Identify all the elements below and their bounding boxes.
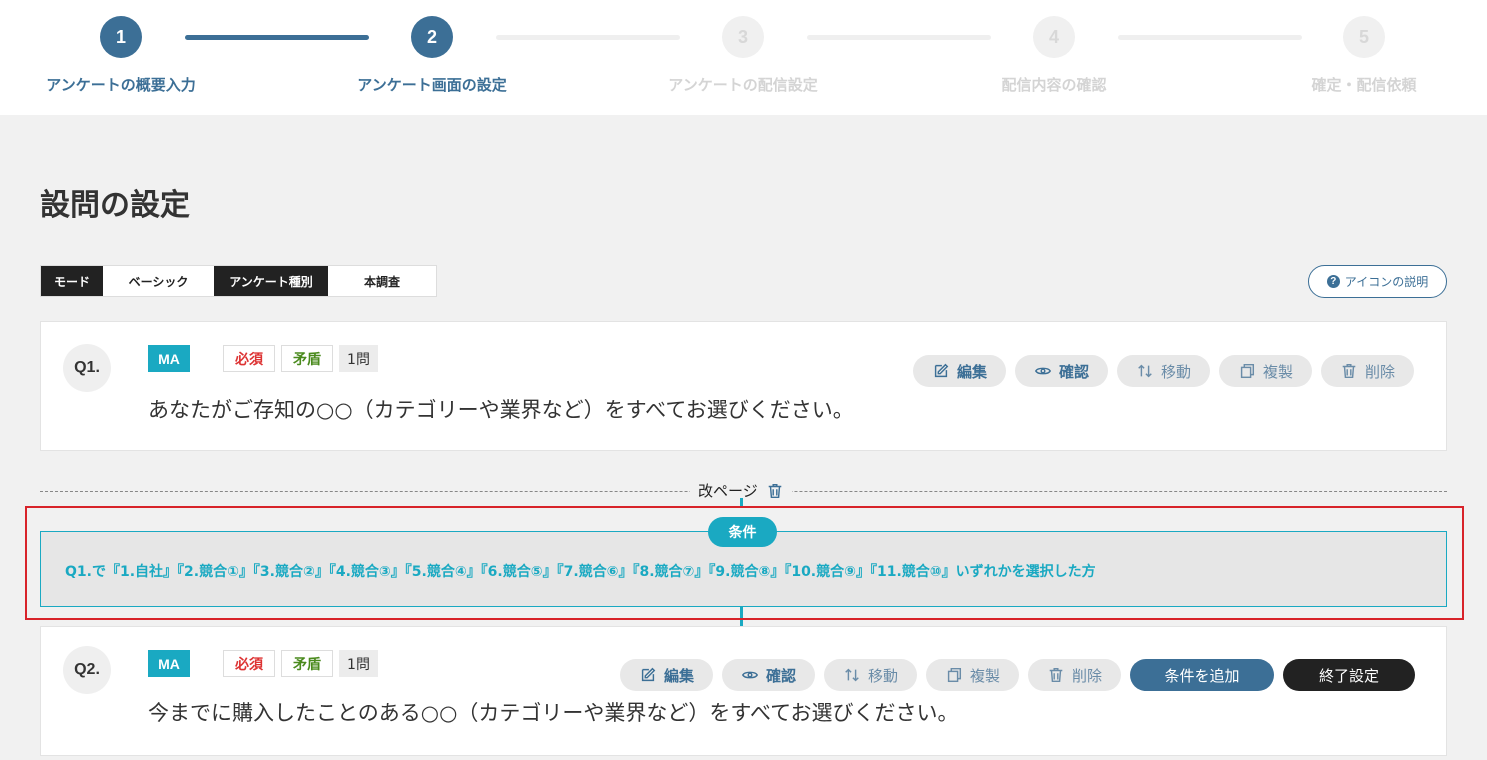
trash-icon [1342, 363, 1356, 379]
preview-button[interactable]: 確認 [722, 659, 815, 691]
question-text: 今までに購入したことのある○○（カテゴリーや業界など）をすべてお選びください。 [148, 701, 959, 725]
contradiction-badge: 矛盾 [281, 345, 333, 372]
step-1: 1 アンケートの概要入力 [11, 16, 231, 95]
step-1-label: アンケートの概要入力 [46, 76, 196, 94]
mode-bar: モード ベーシック アンケート種別 本調査 [40, 265, 437, 297]
step-3-label: アンケートの配信設定 [668, 76, 818, 94]
preview-label: 確認 [765, 666, 796, 685]
copy-button[interactable]: 複製 [1219, 355, 1312, 387]
eye-icon [1034, 367, 1051, 375]
edit-icon [934, 363, 949, 378]
edit-label: 編集 [663, 666, 694, 685]
preview-button[interactable]: 確認 [1015, 355, 1108, 387]
mode-value: ベーシック [103, 266, 214, 296]
edit-button[interactable]: 編集 [913, 355, 1006, 387]
question-card-q1: Q1. MA 必須 矛盾 1問 あなたがご存知の○○（カテゴリーや業界など）をす… [40, 321, 1447, 451]
step-4-label: 配信内容の確認 [1001, 76, 1107, 94]
mode-label: モード [41, 266, 103, 296]
copy-icon [947, 667, 962, 683]
step-5-label: 確定・配信依頼 [1311, 76, 1417, 94]
page-title: 設問の設定 [40, 188, 190, 223]
survey-type-label: アンケート種別 [214, 266, 328, 296]
move-button[interactable]: 移動 [824, 659, 917, 691]
step-3: 3 アンケートの配信設定 [633, 16, 853, 95]
icon-help-button[interactable]: ? アイコンの説明 [1308, 265, 1447, 298]
question-circle-icon: ? [1326, 275, 1340, 288]
copy-label: 複製 [1262, 362, 1293, 381]
trash-icon[interactable] [766, 482, 784, 500]
move-label: 移動 [1160, 362, 1191, 381]
add-condition-button[interactable]: 条件を追加 [1130, 659, 1274, 691]
question-type-badge: MA [148, 650, 190, 677]
preview-label: 確認 [1058, 362, 1089, 381]
question-number: Q1. [63, 344, 111, 392]
condition-highlight-frame [25, 506, 1464, 620]
question-count-badge: 1問 [339, 345, 378, 372]
delete-button[interactable]: 削除 [1321, 355, 1414, 387]
survey-type-value: 本調査 [328, 266, 436, 296]
question-text: あなたがご存知の○○（カテゴリーや業界など）をすべてお選びください。 [148, 398, 854, 422]
step-4: 4 配信内容の確認 [944, 16, 1164, 95]
sort-arrows-icon [1138, 364, 1152, 378]
step-2: 2 アンケート画面の設定 [322, 16, 542, 95]
delete-label: 削除 [1071, 666, 1102, 685]
move-button[interactable]: 移動 [1117, 355, 1210, 387]
progress-stepper: 1 アンケートの概要入力 2 アンケート画面の設定 3 アンケートの配信設定 4… [0, 0, 1487, 115]
step-5-number: 5 [1343, 16, 1385, 58]
delete-label: 削除 [1364, 362, 1395, 381]
step-2-label: アンケート画面の設定 [357, 76, 507, 94]
step-4-number: 4 [1033, 16, 1075, 58]
question-card-q2: Q2. MA 必須 矛盾 1問 今までに購入したことのある○○（カテゴリーや業界… [40, 626, 1447, 756]
sort-arrows-icon [845, 668, 859, 682]
question-count-badge: 1問 [339, 650, 378, 677]
copy-icon [1240, 363, 1255, 379]
question-actions: 編集 確認 移動 複製 削除 [913, 355, 1414, 387]
edit-label: 編集 [956, 362, 987, 381]
copy-label: 複製 [969, 666, 1000, 685]
copy-button[interactable]: 複製 [926, 659, 1019, 691]
step-1-number: 1 [100, 16, 142, 58]
contradiction-badge: 矛盾 [281, 650, 333, 677]
question-actions: 編集 確認 移動 複製 削除 条件を追加 終了設定 [620, 659, 1415, 691]
delete-button[interactable]: 削除 [1028, 659, 1121, 691]
icon-help-label: アイコンの説明 [1344, 275, 1429, 289]
step-2-number: 2 [411, 16, 453, 58]
step-3-number: 3 [722, 16, 764, 58]
move-label: 移動 [867, 666, 898, 685]
end-setting-button[interactable]: 終了設定 [1283, 659, 1415, 691]
edit-button[interactable]: 編集 [620, 659, 713, 691]
step-5: 5 確定・配信依頼 [1254, 16, 1474, 95]
trash-icon [1049, 667, 1063, 683]
question-type-badge: MA [148, 345, 190, 372]
edit-icon [641, 667, 656, 682]
question-number: Q2. [63, 646, 111, 694]
page-break-label: 改ページ [698, 482, 758, 500]
eye-icon [741, 671, 758, 679]
required-badge: 必須 [223, 650, 275, 677]
required-badge: 必須 [223, 345, 275, 372]
